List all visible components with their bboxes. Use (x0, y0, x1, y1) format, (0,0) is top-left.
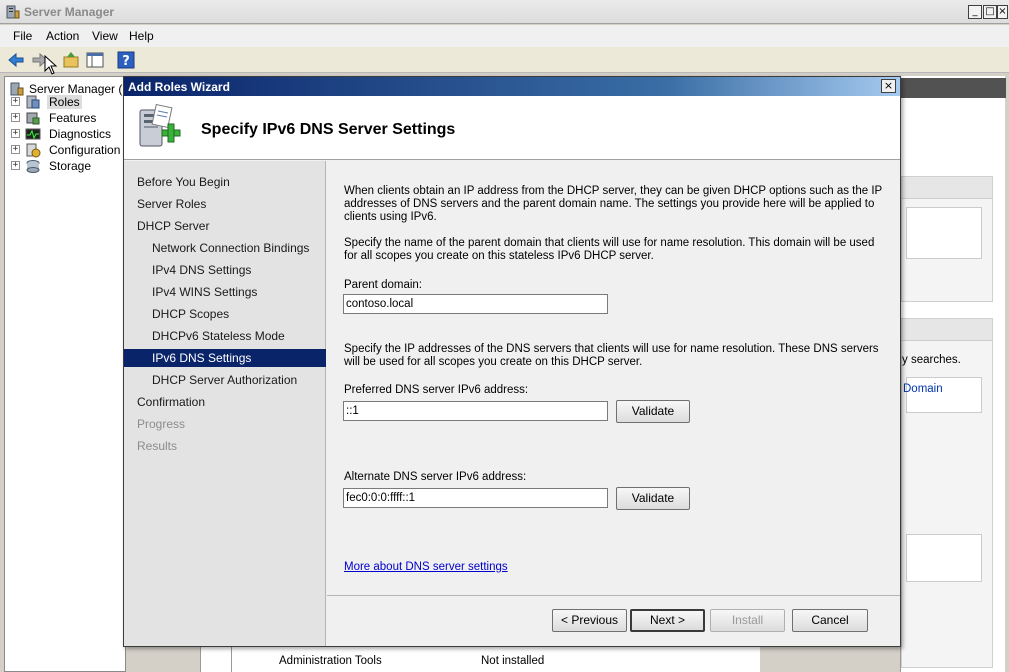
nav-progress: Progress (137, 417, 186, 431)
previous-button[interactable]: < Previous (552, 609, 627, 632)
nav-dhcp-server-authorization[interactable]: DHCP Server Authorization (124, 371, 326, 389)
background-pane-header (901, 78, 1006, 98)
intro-text: When clients obtain an IP address from t… (344, 185, 883, 223)
wizard-titlebar: Add Roles Wizard × (124, 77, 900, 96)
alternate-dns-input[interactable] (343, 488, 608, 508)
storage-icon (26, 160, 40, 173)
background-details-pane: y searches. Domain (900, 76, 1006, 672)
menu-help[interactable]: Help (129, 29, 154, 43)
nav-dhcpv6-stateless-mode[interactable]: DHCPv6 Stateless Mode (124, 327, 326, 345)
server-manager-titlebar: Server Manager _ □ × (0, 0, 1009, 24)
close-window-button[interactable]: × (997, 5, 1008, 19)
server-add-role-icon (139, 104, 181, 147)
cancel-button[interactable]: Cancel (792, 609, 868, 632)
svg-text:?: ? (122, 54, 130, 69)
configuration-icon (26, 143, 41, 158)
expand-icon[interactable]: + (11, 161, 20, 170)
background-roles-summary-row: Administration Tools Not installed (200, 647, 760, 672)
nav-dhcp-scopes[interactable]: DHCP Scopes (124, 305, 326, 323)
preferred-dns-label: Preferred DNS server IPv6 address: (344, 384, 529, 396)
features-icon (26, 112, 40, 125)
nav-results: Results (137, 439, 178, 453)
server-manager-icon (6, 5, 20, 19)
nav-ipv4-dns-settings[interactable]: IPv4 DNS Settings (124, 261, 326, 279)
wizard-content: When clients obtain an IP address from t… (327, 161, 900, 595)
role-name-cell: Administration Tools (279, 655, 382, 667)
wizard-header: Specify IPv6 DNS Server Settings (124, 96, 900, 160)
nav-network-connection-bindings[interactable]: Network Connection Bindings (124, 239, 326, 257)
wizard-steps-nav: Before You Begin Server Roles DHCP Serve… (124, 161, 326, 646)
help-icon[interactable]: ? (116, 50, 136, 70)
menu-file[interactable]: File (13, 29, 32, 43)
dns-servers-help-text: Specify the IP addresses of the DNS serv… (344, 343, 879, 368)
roles-icon (26, 95, 40, 109)
wizard-close-button[interactable]: × (881, 79, 896, 93)
diagnostics-icon (25, 128, 41, 140)
wizard-footer: < Previous Next > Install Cancel (327, 595, 900, 646)
background-link-domain[interactable]: Domain (903, 383, 943, 395)
minimize-button[interactable]: _ (968, 5, 982, 19)
alternate-dns-label: Alternate DNS server IPv6 address: (344, 471, 527, 483)
next-button[interactable]: Next > (630, 609, 705, 632)
add-roles-wizard-dialog: Add Roles Wizard × Specify IPv6 DNS Serv… (123, 76, 901, 647)
install-button: Install (710, 609, 785, 632)
expand-icon[interactable]: + (11, 97, 20, 106)
more-about-dns-link[interactable]: More about DNS server settings (344, 561, 508, 573)
page-title: Specify IPv6 DNS Server Settings (201, 121, 456, 138)
expand-icon[interactable]: + (11, 129, 20, 138)
up-folder-icon[interactable] (61, 50, 81, 70)
expand-icon[interactable]: + (11, 145, 20, 154)
background-section-1 (901, 176, 993, 302)
menu-view[interactable]: View (92, 29, 118, 43)
maximize-button[interactable]: □ (983, 5, 997, 19)
nav-dhcp-server[interactable]: DHCP Server (124, 217, 326, 235)
nav-ipv4-wins-settings[interactable]: IPv4 WINS Settings (124, 283, 326, 301)
expand-icon[interactable]: + (11, 113, 20, 122)
validate-preferred-button[interactable]: Validate (616, 400, 690, 423)
wizard-title: Add Roles Wizard (128, 80, 230, 94)
parent-domain-label: Parent domain: (344, 279, 422, 291)
nav-before-you-begin[interactable]: Before You Begin (124, 173, 326, 191)
window-title: Server Manager (24, 5, 115, 19)
menu-bar: File Action View Help (0, 25, 1009, 47)
menu-action[interactable]: Action (46, 29, 79, 43)
back-arrow-icon[interactable] (6, 50, 26, 70)
nav-ipv6-dns-settings[interactable]: IPv6 DNS Settings (124, 349, 326, 367)
preferred-dns-input[interactable] (343, 401, 608, 421)
mouse-cursor-icon (44, 55, 58, 75)
nav-confirmation[interactable]: Confirmation (124, 393, 326, 411)
toolbar: ? (0, 47, 1009, 73)
background-text-searches: y searches. (902, 354, 961, 366)
server-manager-icon (10, 82, 24, 96)
role-status-cell: Not installed (481, 655, 545, 667)
parent-domain-input[interactable] (343, 294, 608, 314)
nav-server-roles[interactable]: Server Roles (124, 195, 326, 213)
console-tree: Server Manager (SE + Roles + Features + … (4, 76, 138, 672)
validate-alternate-button[interactable]: Validate (616, 487, 690, 510)
parent-domain-help-text: Specify the name of the parent domain th… (344, 237, 875, 262)
show-hide-console-tree-icon[interactable] (85, 50, 105, 70)
background-section-2: y searches. Domain (901, 318, 993, 668)
